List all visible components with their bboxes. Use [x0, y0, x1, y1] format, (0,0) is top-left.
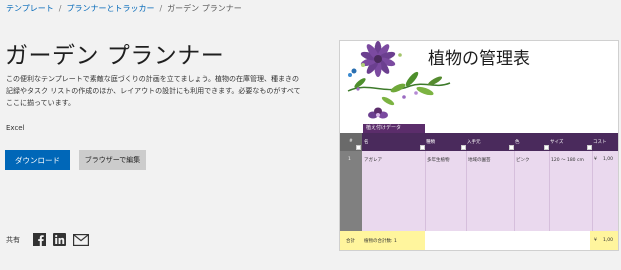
page-title: ガーデン プランナー	[5, 43, 225, 69]
preview-header-source: 入手元	[467, 140, 481, 145]
preview-total-label: 合計	[346, 239, 355, 244]
preview-cell-name: アガレア	[364, 158, 382, 163]
breadcrumb: テンプレート / プランナーとトラッカー / ガーデン プランナー	[6, 3, 242, 14]
filter-dropdown-icon	[544, 145, 549, 150]
breadcrumb-link-templates[interactable]: テンプレート	[6, 4, 54, 13]
preview-cell-color: ピンク	[516, 158, 530, 163]
preview-cell-type: 多年生植物	[427, 158, 450, 163]
share-label: 共有	[6, 235, 20, 244]
breadcrumb-current: ガーデン プランナー	[167, 4, 242, 13]
preview-cell-source: 地域の園芸	[468, 158, 491, 163]
preview-column-divider	[425, 151, 426, 231]
preview-column-divider	[592, 151, 593, 231]
preview-header-size: サイズ	[550, 140, 564, 145]
breadcrumb-link-planners[interactable]: プランナーとトラッカー	[66, 4, 154, 13]
filter-dropdown-icon	[356, 145, 361, 150]
mail-icon[interactable]	[73, 233, 89, 246]
preview-total-cost-value: 1,00	[603, 238, 614, 243]
preview-header-name: 名	[364, 140, 369, 145]
preview-column-divider	[514, 151, 515, 231]
filter-dropdown-icon	[587, 145, 592, 150]
preview-header-color: 色	[515, 140, 520, 145]
breadcrumb-separator: /	[58, 4, 62, 13]
filter-dropdown-icon	[509, 145, 514, 150]
linkedin-icon[interactable]	[53, 233, 66, 246]
preview-column-divider	[549, 151, 550, 231]
breadcrumb-separator: /	[159, 4, 163, 13]
share-bar: 共有	[6, 233, 89, 246]
preview-column-divider	[466, 151, 467, 231]
facebook-icon[interactable]	[33, 233, 46, 246]
template-description: この便利なテンプレートで素敵な庭づくりの計画を立てましょう。植物の在庫管理、種ま…	[6, 75, 301, 107]
preview-header-num: #	[349, 139, 353, 144]
preview-sheet-title: 植物の管理表	[428, 49, 530, 69]
template-preview-image: 植物の管理表 植え付けデータ # 名 種類 入手元 色 サイズ コスト 1 アガ…	[339, 40, 619, 251]
preview-data-area	[362, 151, 618, 231]
preview-cell-cost-symbol: ¥	[594, 157, 597, 162]
preview-total-row-blank	[425, 231, 590, 250]
preview-header-type: 種類	[426, 140, 435, 145]
app-name: Excel	[6, 124, 25, 132]
preview-sheet-tab: 植え付けデータ	[363, 124, 425, 133]
filter-dropdown-icon	[461, 145, 466, 150]
preview-row-number: 1	[348, 157, 351, 162]
preview-total-cost-symbol: ¥	[594, 238, 597, 243]
preview-total-count: 植物の合計数: 1	[364, 239, 397, 244]
preview-cell-size: 120 〜 180 cm	[551, 158, 584, 163]
download-button[interactable]: ダウンロード	[5, 150, 70, 170]
edit-in-browser-button[interactable]: ブラウザーで編集	[79, 150, 146, 170]
preview-header-cost: コスト	[593, 140, 607, 145]
preview-cell-cost-value: 1,00	[603, 157, 614, 162]
filter-dropdown-icon	[420, 145, 425, 150]
